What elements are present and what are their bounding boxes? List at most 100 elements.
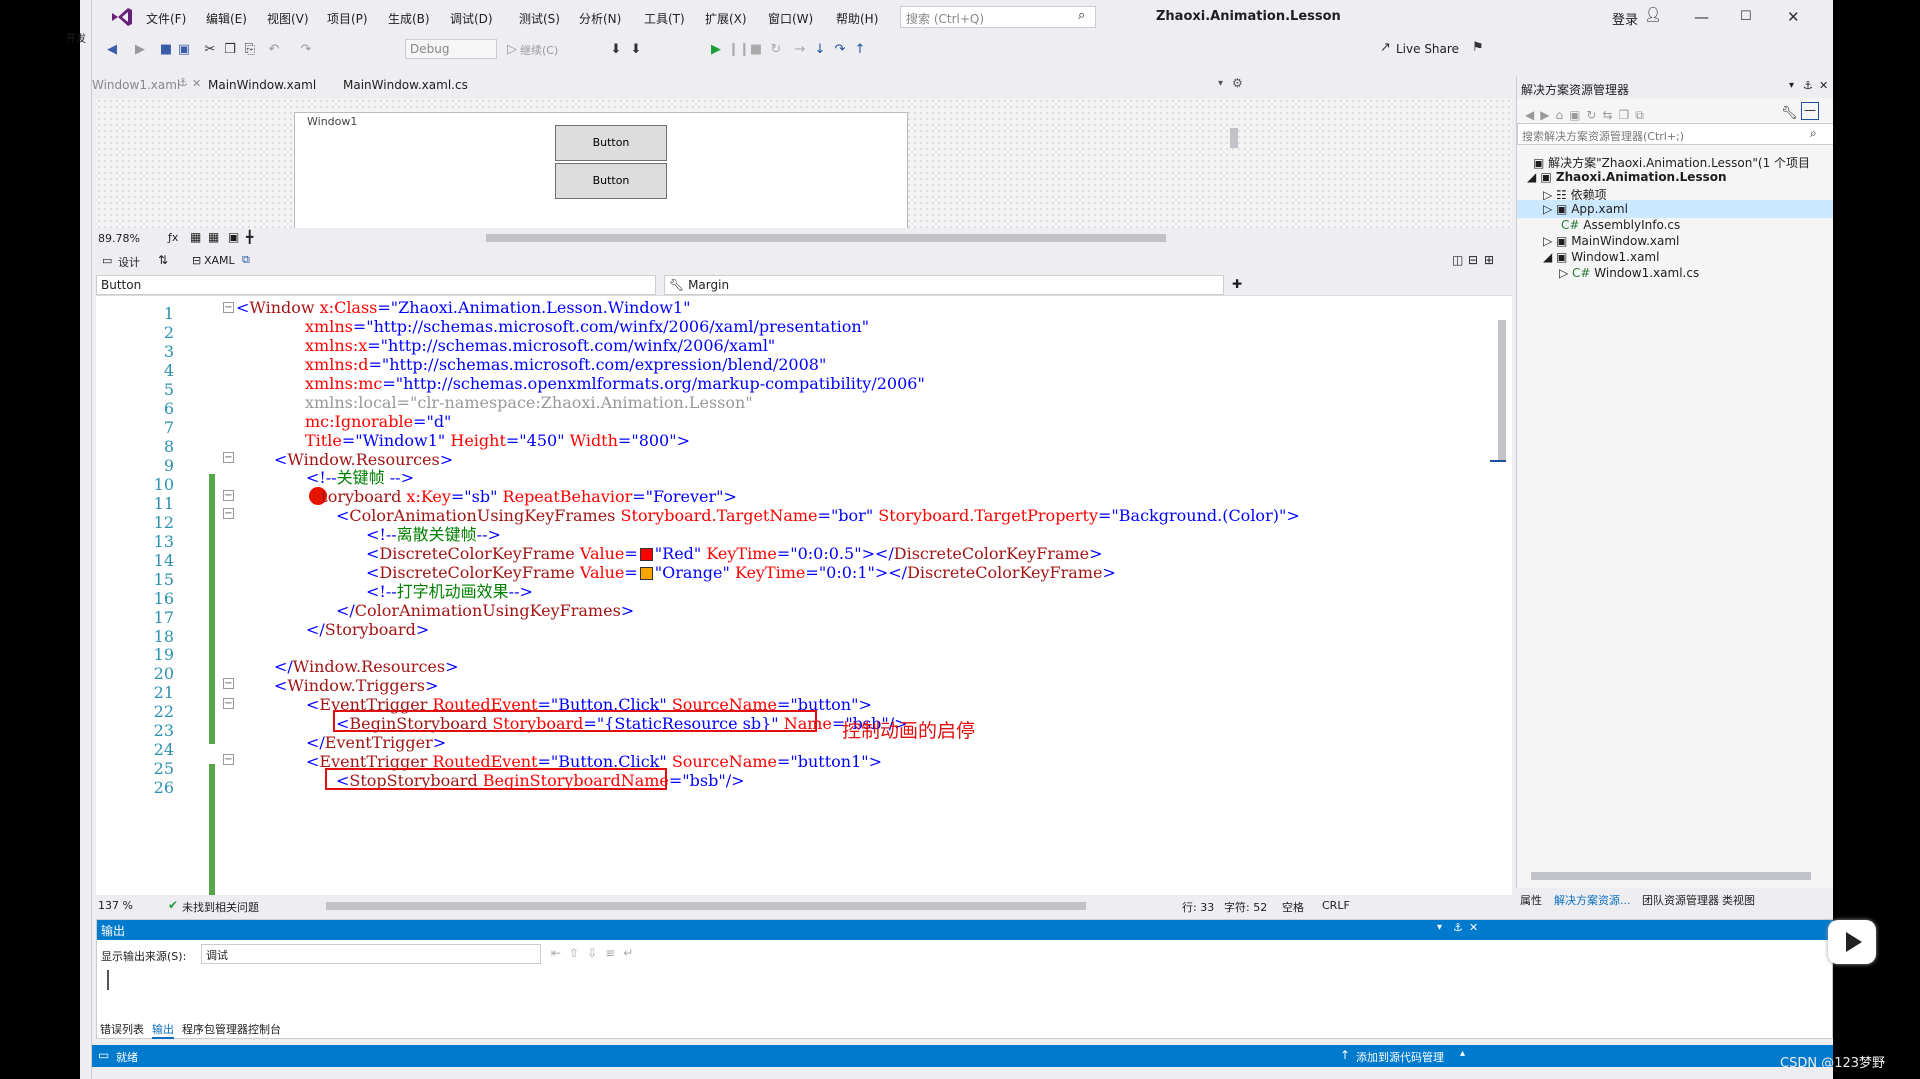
- fold-toggle-icon[interactable]: −: [223, 698, 234, 709]
- solution-node[interactable]: ▣ 解决方案"Zhaoxi.Animation.Lesson"(1 个项目: [1533, 154, 1810, 171]
- pin-icon[interactable]: ⚓: [1803, 79, 1813, 92]
- save-all-icon[interactable]: ▣: [176, 42, 192, 58]
- login-link[interactable]: 登录: [1612, 9, 1638, 28]
- whitespace-mode[interactable]: 空格: [1282, 899, 1304, 915]
- menu-tools[interactable]: 工具(T): [644, 10, 685, 27]
- tab-dropdown-icon[interactable]: ▾: [1218, 78, 1223, 89]
- start-icon[interactable]: ▶: [708, 42, 724, 58]
- search-icon[interactable]: ⌕: [1810, 126, 1817, 141]
- design-icon[interactable]: ▭: [102, 254, 112, 267]
- step-over-icon[interactable]: ↷: [832, 42, 848, 58]
- minimize-button[interactable]: —: [1694, 8, 1709, 26]
- pin-icon[interactable]: ⚓: [178, 76, 188, 89]
- close-icon[interactable]: ✕: [1469, 921, 1478, 934]
- editor-zoom[interactable]: 137 %: [98, 899, 133, 912]
- stop-icon[interactable]: ■: [748, 42, 764, 58]
- output-toolbar-icons[interactable]: ⇤⇧⇩≡↵: [551, 946, 641, 960]
- step-into-icon[interactable]: ↓: [812, 42, 828, 58]
- code-editor[interactable]: 1 2 3 4 5 6 7 8 9 10 11 12 13 14 15 16 17 18 19 20 21 22 23 24 2…: [96, 295, 1512, 902]
- output-source-select[interactable]: 调试: [201, 944, 541, 964]
- dropdown-icon[interactable]: ▾: [1437, 922, 1442, 933]
- tree-item-assemblyinfo[interactable]: C# AssemblyInfo.cs: [1561, 218, 1680, 232]
- save-icon[interactable]: ■: [158, 42, 174, 58]
- back-icon[interactable]: ◀: [104, 42, 120, 58]
- redo-icon[interactable]: ↷: [298, 42, 314, 58]
- fold-toggle-icon[interactable]: −: [223, 452, 234, 463]
- forward-icon[interactable]: ▶: [132, 42, 148, 58]
- restart-icon[interactable]: ↻: [768, 42, 784, 58]
- close-button[interactable]: ✕: [1787, 8, 1800, 26]
- menu-window[interactable]: 窗口(W): [768, 10, 813, 27]
- fx-icon[interactable]: ƒx: [168, 231, 178, 244]
- menu-edit[interactable]: 编辑(E): [206, 10, 247, 27]
- menu-extensions[interactable]: 扩展(X): [705, 10, 747, 27]
- xaml-tab[interactable]: XAML: [204, 254, 235, 267]
- designer-button-2[interactable]: Button: [555, 163, 667, 199]
- tree-item-app-xaml[interactable]: ▷ ▣ App.xaml: [1543, 202, 1628, 216]
- editor-vscroll[interactable]: [1490, 300, 1508, 880]
- swap-icon[interactable]: ⇅: [158, 253, 168, 267]
- collapse-icon[interactable]: —: [1801, 102, 1819, 120]
- tab-solution-explorer[interactable]: 解决方案资源...: [1554, 892, 1631, 908]
- settings-gear-icon[interactable]: ⚙: [1232, 76, 1243, 90]
- video-play-button[interactable]: [1828, 920, 1876, 964]
- designer-zoom[interactable]: 89.78%: [98, 232, 140, 245]
- step-arrow-icon[interactable]: →: [792, 42, 808, 58]
- copy-icon[interactable]: ❐: [222, 42, 238, 58]
- paste-icon[interactable]: ⎘: [242, 42, 258, 58]
- tree-item-window1-xaml[interactable]: ◢ ▣ Window1.xaml: [1543, 250, 1659, 264]
- grid2-icon[interactable]: ▦: [208, 230, 219, 244]
- continue-label[interactable]: 继续(C): [520, 42, 558, 58]
- collapse-pane-icon[interactable]: ⊞: [1484, 253, 1494, 267]
- element-combo[interactable]: Button: [96, 275, 656, 295]
- split-horizontal-icon[interactable]: ⊟: [1468, 253, 1478, 267]
- menu-debug[interactable]: 调试(D): [450, 10, 493, 27]
- split-vertical-icon[interactable]: ◫: [1452, 253, 1463, 267]
- attach2-icon[interactable]: ⬇: [628, 42, 644, 58]
- dropdown-icon[interactable]: ▾: [1789, 80, 1794, 91]
- grid-icon[interactable]: ▦: [190, 230, 201, 244]
- live-share-button[interactable]: Live Share: [1396, 42, 1459, 56]
- property-combo[interactable]: 🔧︎ Margin: [664, 275, 1224, 295]
- designer-button-1[interactable]: Button: [555, 125, 667, 161]
- tree-item-mainwindow-xaml[interactable]: ▷ ▣ MainWindow.xaml: [1543, 234, 1679, 248]
- close-tab-icon[interactable]: ✕: [192, 77, 201, 90]
- add-source-control[interactable]: 添加到源代码管理: [1356, 1049, 1444, 1065]
- menu-build[interactable]: 生成(B): [388, 10, 430, 27]
- fold-toggle-icon[interactable]: −: [223, 302, 234, 313]
- cut-icon[interactable]: ✂: [202, 42, 218, 58]
- designer-vscroll[interactable]: [1230, 104, 1238, 224]
- editor-hscroll[interactable]: [326, 902, 1086, 910]
- pin-icon[interactable]: ⚓: [1453, 921, 1463, 934]
- menu-view[interactable]: 视图(V): [267, 10, 309, 27]
- tab-error-list[interactable]: 错误列表: [100, 1021, 144, 1037]
- menu-test[interactable]: 测试(S): [519, 10, 560, 27]
- tab-team-explorer[interactable]: 团队资源管理器: [1642, 892, 1719, 908]
- fold-toggle-icon[interactable]: −: [223, 754, 234, 765]
- properties-wrench-icon[interactable]: 🔧︎: [1781, 106, 1798, 121]
- fold-toggle-icon[interactable]: −: [223, 508, 234, 519]
- menu-help[interactable]: 帮助(H): [836, 10, 878, 27]
- fold-toggle-icon[interactable]: −: [223, 490, 234, 501]
- tab-class-view[interactable]: 类视图: [1722, 892, 1755, 908]
- project-node[interactable]: ◢ ▣ Zhaoxi.Animation.Lesson: [1527, 170, 1727, 184]
- search-icon[interactable]: ⌕: [1078, 8, 1085, 23]
- maximize-button[interactable]: ☐: [1740, 9, 1752, 24]
- debug-config-select[interactable]: Debug: [405, 39, 497, 59]
- attach-icon[interactable]: ⬇: [608, 42, 624, 58]
- solution-toolbar-icons[interactable]: ◀▶⌂▣↻⇆❐⧉: [1525, 108, 1650, 123]
- tab-package-manager[interactable]: 程序包管理器控制台: [182, 1021, 281, 1037]
- solution-search-input[interactable]: 搜索解决方案资源管理器(Ctrl+;) ⌕: [1517, 123, 1833, 145]
- issues-status[interactable]: 未找到相关问题: [182, 899, 259, 915]
- pause-icon[interactable]: ❙❙: [728, 42, 750, 58]
- search-input[interactable]: 搜索 (Ctrl+Q): [900, 6, 1096, 28]
- step-out-icon[interactable]: ↑: [852, 42, 868, 58]
- add-split-icon[interactable]: ✚: [1232, 277, 1242, 291]
- designer-hscroll[interactable]: [486, 234, 1166, 242]
- menu-project[interactable]: 项目(P): [327, 10, 368, 27]
- design-tab[interactable]: 设计: [118, 254, 140, 270]
- tab-mainwindow-xaml-cs[interactable]: MainWindow.xaml.cs: [343, 78, 468, 92]
- tab-window1-xaml[interactable]: Window1.xaml ⚓ ✕: [92, 72, 204, 96]
- user-icon[interactable]: 👤︎: [1644, 7, 1662, 23]
- snap-icon[interactable]: ╋: [246, 230, 253, 244]
